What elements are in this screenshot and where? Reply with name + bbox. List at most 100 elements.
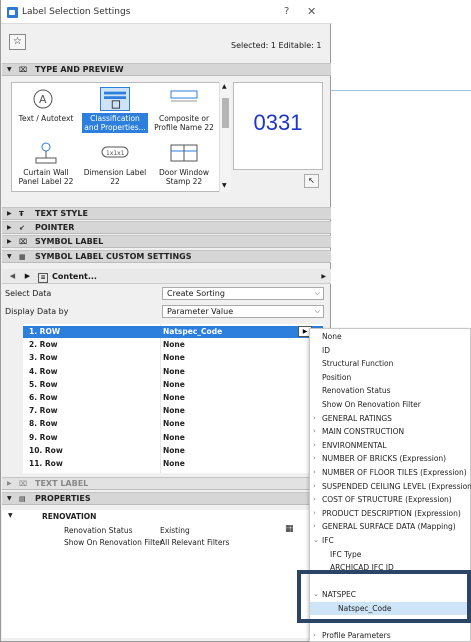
section-text-style[interactable]: ▶ Ŧ TEXT STYLE xyxy=(2,207,331,220)
star-icon: ☆ xyxy=(13,36,22,47)
table-row[interactable]: 1. ROW Natspec_Code ▶ xyxy=(23,326,323,338)
gallery-tile[interactable]: Curtain Wall Panel Label 22 xyxy=(13,139,79,191)
popup-menu-item[interactable]: › Profile Parameters xyxy=(310,629,471,642)
menu-item-label: Profile Parameters xyxy=(322,631,391,641)
table-row[interactable]: 4. Row None xyxy=(23,366,323,378)
gallery-tile[interactable]: 1x1x1 Dimension Label 22 xyxy=(82,139,148,191)
menu-item-label: Renovation Status xyxy=(322,386,391,396)
properties-icon: ▤ xyxy=(19,495,26,503)
row-value: None xyxy=(163,459,185,468)
chevron-down-icon: ⌵ xyxy=(314,307,320,315)
select-data-value: Create Sorting xyxy=(167,289,225,298)
expand-arrow-icon: ▶ xyxy=(7,480,12,487)
popup-menu-item[interactable]: Show On Renovation Filter xyxy=(310,398,471,411)
popup-menu-item[interactable]: › GENERAL RATINGS xyxy=(310,412,471,425)
property-value[interactable]: Existing xyxy=(160,526,190,535)
chevron-right-icon: › xyxy=(313,631,316,640)
popup-menu-item[interactable]: › NUMBER OF BRICKS (Expression) xyxy=(310,452,471,465)
gallery-tile[interactable]: Composite or Profile Name 22 xyxy=(151,85,217,137)
display-data-label: Display Data by xyxy=(5,307,69,316)
table-row[interactable]: 7. Row None xyxy=(23,405,323,417)
popup-menu-item[interactable]: › SUSPENDED CEILING LEVEL (Expression) xyxy=(310,480,471,493)
section-properties[interactable]: ▼ ▤ PROPERTIES xyxy=(2,492,331,505)
next-page-button[interactable]: ▶ xyxy=(21,271,34,282)
row-value: None xyxy=(163,366,185,376)
popup-menu-item[interactable]: Position xyxy=(310,371,471,384)
menu-item-label: Structural Function xyxy=(322,359,394,369)
select-data-dropdown[interactable]: Create Sorting ⌵ xyxy=(162,287,324,300)
popup-menu-item[interactable]: Renovation Status xyxy=(310,384,471,397)
popup-menu-item[interactable]: › ENVIRONMENTAL xyxy=(310,439,471,452)
row-value: None xyxy=(163,393,185,402)
property-value[interactable]: All Relevant Filters xyxy=(160,538,229,547)
content-dropdown[interactable]: ≡ Content... ▶ xyxy=(38,271,328,283)
section-title: TYPE AND PREVIEW xyxy=(35,65,124,74)
popup-menu-item[interactable]: ID xyxy=(310,344,471,357)
popup-menu-item[interactable]: › GENERAL SURFACE DATA (Mapping) xyxy=(310,520,471,533)
section-title: PROPERTIES xyxy=(35,494,91,503)
section-symbol-label[interactable]: ▶ ⌧ SYMBOL LABEL xyxy=(2,235,331,248)
scroll-up-icon[interactable]: ▲ xyxy=(222,83,227,90)
classification-icon xyxy=(100,87,130,111)
section-title: SYMBOL LABEL CUSTOM SETTINGS xyxy=(35,252,192,261)
row-value: Natspec_Code xyxy=(163,327,223,336)
close-button[interactable]: ✕ xyxy=(307,5,316,18)
menu-item-label: Show On Renovation Filter xyxy=(322,400,421,409)
tile-caption: Dimension Label 22 xyxy=(83,168,147,186)
row-name: 9. Row xyxy=(29,432,58,442)
gallery-tile-selected[interactable]: Classification and Properties... xyxy=(82,85,148,137)
pointer-icon: ↖ xyxy=(308,176,315,185)
display-data-dropdown[interactable]: Parameter Value ⌵ xyxy=(162,305,324,318)
svg-text:A: A xyxy=(39,93,47,106)
menu-item-label: ID xyxy=(322,345,330,355)
chevron-right-icon: › xyxy=(313,440,316,449)
content-nav-bar: ◀ ▶ ≡ Content... ▶ xyxy=(2,269,331,284)
popup-menu-item[interactable]: IFC Type xyxy=(310,548,471,561)
favorites-button[interactable]: ☆ xyxy=(9,34,26,50)
selection-info: Selected: 1 Editable: 1 xyxy=(231,41,322,50)
chevron-right-icon: › xyxy=(313,454,316,463)
gallery-scrollbar[interactable]: ▲ ▼ xyxy=(219,82,231,192)
popup-menu-item[interactable]: › PRODUCT DESCRIPTION (Expression) xyxy=(310,507,471,520)
section-type-preview[interactable]: ▼ ⌧ TYPE AND PREVIEW xyxy=(2,63,331,76)
preview-options-button[interactable]: ↖ xyxy=(304,174,319,188)
row-value: None xyxy=(163,445,185,455)
table-row[interactable]: 3. Row None xyxy=(23,352,323,364)
title-bar: Label Selection Settings ? ✕ xyxy=(1,0,332,24)
table-row[interactable]: 9. Row None xyxy=(23,432,323,444)
section-symbol-custom-settings[interactable]: ▼ ▦ SYMBOL LABEL CUSTOM SETTINGS xyxy=(2,250,331,263)
prev-page-button[interactable]: ◀ xyxy=(6,271,19,282)
menu-item-label: GENERAL SURFACE DATA (Mapping) xyxy=(322,522,456,532)
row-name: 2. Row xyxy=(29,340,58,350)
popup-menu-item[interactable]: › MAIN CONSTRUCTION xyxy=(310,425,471,438)
section-pointer[interactable]: ▶ ↙ POINTER xyxy=(2,221,331,234)
scroll-down-icon[interactable]: ▼ xyxy=(222,182,227,189)
row-name: 5. Row xyxy=(29,379,58,389)
gallery-tile[interactable]: Door Window Stamp 22 xyxy=(151,139,217,191)
table-row[interactable]: 8. Row None xyxy=(23,418,323,430)
collapse-arrow-icon: ▼ xyxy=(7,66,12,73)
renovation-grid-icon[interactable]: ▦ xyxy=(285,524,294,534)
table-row[interactable]: 10. Row None xyxy=(23,445,323,457)
menu-item-label: PRODUCT DESCRIPTION (Expression) xyxy=(322,508,461,518)
row-value: None xyxy=(163,419,185,429)
chevron-right-icon: › xyxy=(313,495,316,504)
popup-menu-item[interactable]: None xyxy=(310,330,471,343)
scroll-thumb[interactable] xyxy=(222,98,229,128)
collapse-arrow-icon[interactable]: ▼ xyxy=(8,512,13,519)
window-title: Label Selection Settings xyxy=(22,7,131,17)
section-text-label[interactable]: ▶ ⌧ TEXT LABEL xyxy=(2,477,331,490)
list-icon: ≡ xyxy=(38,273,48,283)
popup-menu-item[interactable]: › NUMBER OF FLOOR TILES (Expression) xyxy=(310,466,471,479)
table-row[interactable]: 2. Row None xyxy=(23,339,323,351)
table-row[interactable]: 11. Row None xyxy=(23,458,323,470)
help-button[interactable]: ? xyxy=(284,6,289,17)
table-row[interactable]: 5. Row None xyxy=(23,379,323,391)
table-row[interactable]: 6. Row None xyxy=(23,392,323,404)
symbol-label-icon: ⌧ xyxy=(19,238,28,246)
popup-menu-item[interactable]: Structural Function xyxy=(310,357,471,370)
gallery-tile[interactable]: A Text / Autotext xyxy=(13,85,79,137)
preview-text: 0331 xyxy=(253,110,303,135)
popup-menu-item[interactable]: › COST OF STRUCTURE (Expression) xyxy=(310,493,471,506)
popup-menu-item[interactable]: ⌄ IFC xyxy=(310,534,471,547)
